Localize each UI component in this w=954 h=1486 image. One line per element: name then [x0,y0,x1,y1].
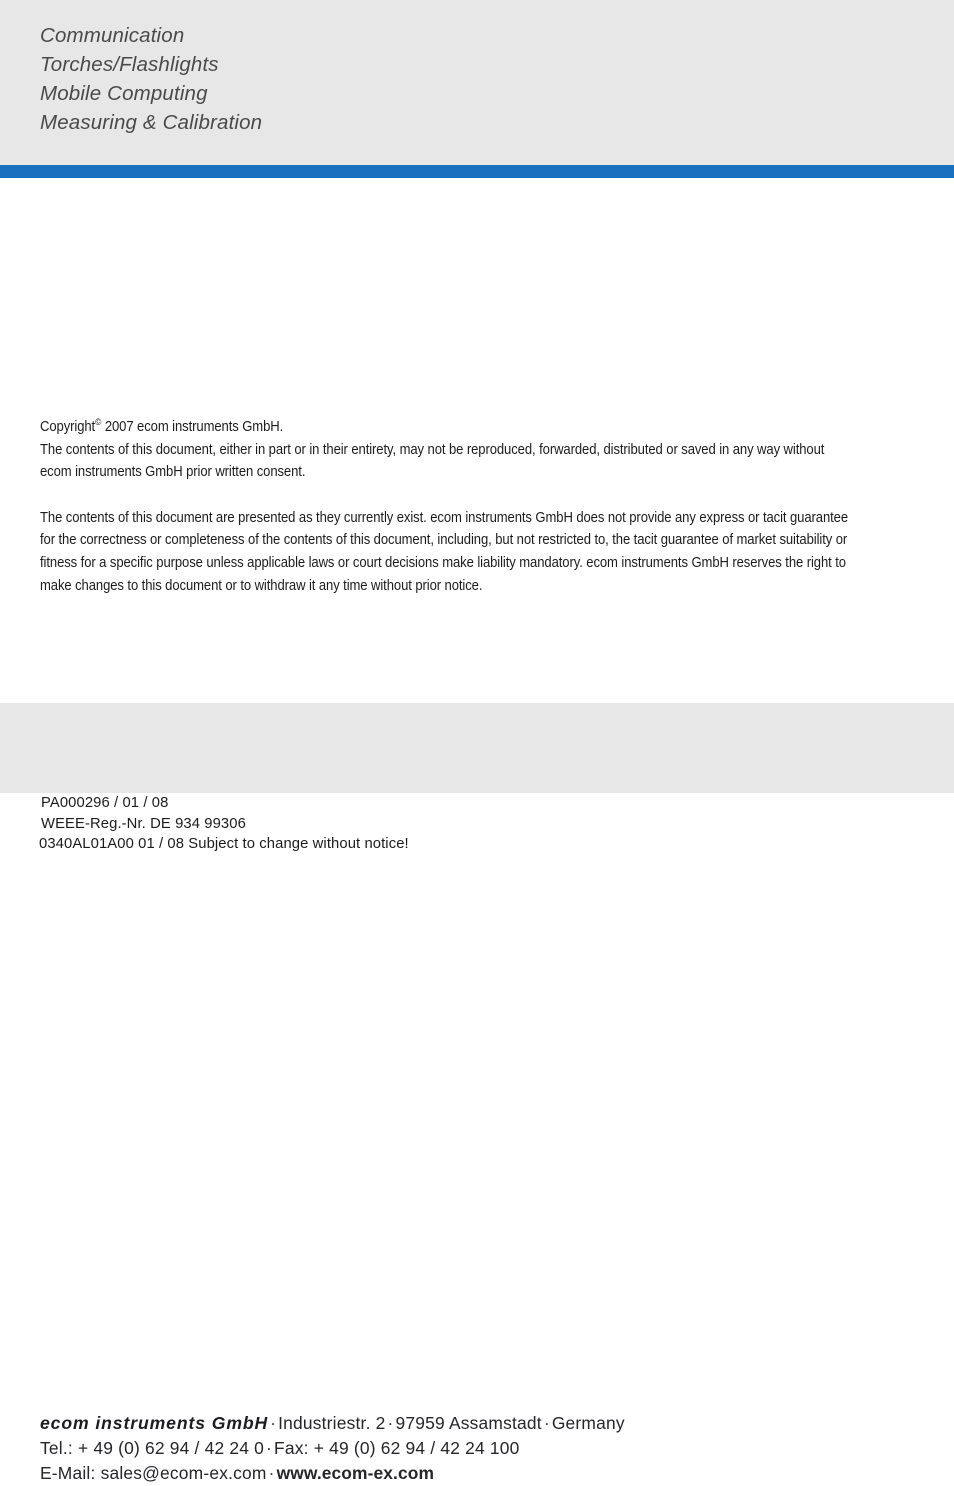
product-category-list: Communication Torches/Flashlights Mobile… [40,21,262,137]
weee-registration-number: WEEE-Reg.-Nr. DE 934 99306 [41,815,246,832]
separator-dot-5: · [268,1463,275,1483]
document-code-notice: 0340AL01A00 01 / 08 Subject to change wi… [39,836,409,853]
footer-email-line: E-Mail: sales@ecom-ex.com · www.ecom-ex.co… [40,1461,625,1486]
category-item-mobile-computing: Mobile Computing [40,82,208,105]
fax-label: Fax: [274,1438,309,1458]
separator-dot-3: · [543,1413,550,1433]
telephone-label: Tel.: [40,1438,73,1458]
footer-phone-line: Tel.: + 49 (0) 62 94 / 42 24 0 · Fax: + 49… [40,1436,625,1461]
category-item-measuring-calibration: Measuring & Calibration [40,111,263,134]
website-url[interactable]: www.ecom-ex.com [277,1463,434,1483]
footer-city: 97959 Assamstadt [395,1413,542,1433]
category-item-torches-flashlights: Torches/Flashlights [40,53,219,76]
company-logo-wordmark: ecom instruments GmbH [40,1413,269,1433]
footer-contact-block: ecom instruments GmbH · Industriestr. 2 · 97… [40,1411,625,1486]
separator-dot-2: · [387,1413,394,1433]
disclaimer-line-3: fitness for a specific purpose unless ap… [40,554,846,571]
email-label: E-Mail: [40,1463,96,1483]
footer-country: Germany [551,1413,625,1433]
copyright-line: Copyright© 2007 ecom instruments GmbH. [40,416,953,439]
email-address[interactable]: sales@ecom-ex.com [101,1463,267,1483]
document-codes-block: PA000296 / 01 / 08 WEEE-Reg.-Nr. DE 934 … [39,793,409,855]
footer-band: ecom instruments GmbH · Industriestr. 2 · 97… [0,703,954,1483]
legal-content-area: Copyright© 2007 ecom instruments GmbH. T… [0,178,954,852]
blue-divider-rule [0,165,954,178]
part-number: PA000296 / 01 / 08 [41,795,169,811]
copyright-year-owner: 2007 ecom instruments GmbH. [101,419,284,435]
disclaimer-line-2: for the correctness or completeness of t… [40,532,848,549]
header-band: Communication Torches/Flashlights Mobile… [0,0,954,165]
disclaimer-line-4: make changes to this document or to with… [40,577,483,594]
separator-dot-1: · [270,1413,277,1433]
copyright-word: Copyright [40,419,96,435]
footer-address-line: ecom instruments GmbH · Industriestr. 2 · 97… [40,1411,625,1436]
copyright-paragraph-line-2: The contents of this document, either in… [40,441,825,458]
separator-dot-4: · [266,1438,273,1458]
disclaimer-line-1: The contents of this document are presen… [40,509,849,526]
fax-number: + 49 (0) 62 94 / 42 24 100 [313,1438,520,1458]
copyright-block: Copyright© 2007 ecom instruments GmbH. T… [40,416,920,597]
footer-street: Industriestr. 2 [278,1413,386,1433]
category-item-communication: Communication [40,24,185,47]
copyright-paragraph-line-3: ecom instruments GmbH prior written cons… [40,464,306,481]
telephone-number: + 49 (0) 62 94 / 42 24 0 [77,1438,265,1458]
